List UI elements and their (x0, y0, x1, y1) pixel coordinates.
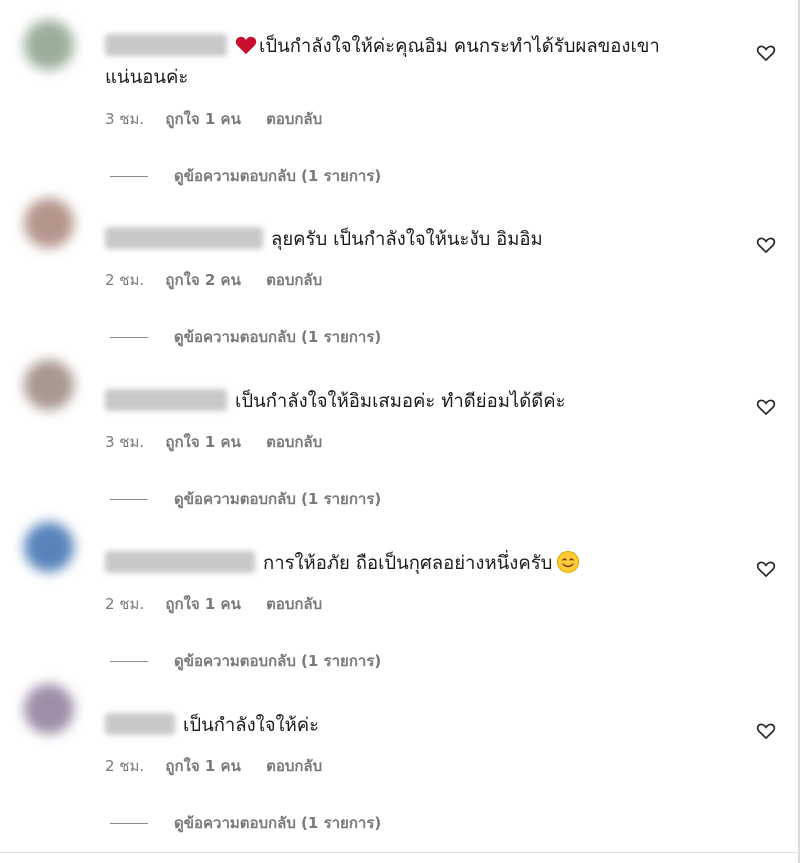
avatar[interactable] (24, 522, 74, 572)
bottom-divider (0, 852, 800, 853)
replies-divider-line (110, 175, 148, 177)
view-replies-button[interactable]: ดูข้อความตอบกลับ (1 รายการ) (110, 649, 381, 673)
heart-outline-icon[interactable] (756, 397, 776, 417)
comment-text: เป็นกำลังใจให้ค่ะ (105, 710, 745, 741)
reply-button[interactable]: ตอบกลับ (266, 595, 322, 613)
comment-text-line1: เป็นกำลังใจให้ค่ะ (183, 715, 320, 736)
comment-meta: 2 ชม. ถูกใจ 2 คน ตอบกลับ (105, 268, 342, 292)
likes-count-button[interactable]: ถูกใจ 1 คน (165, 595, 240, 613)
comment-text-line1: เป็นกำลังใจให้ค่ะคุณอิม คนกระทำได้รับผลข… (259, 36, 660, 57)
username-blurred[interactable] (105, 551, 255, 573)
view-replies-button[interactable]: ดูข้อความตอบกลับ (1 รายการ) (110, 325, 381, 349)
comment-text-line2: แน่นอนค่ะ (105, 67, 189, 88)
comment-time: 2 ชม. (105, 757, 145, 775)
reply-button[interactable]: ตอบกลับ (266, 433, 322, 451)
heart-outline-icon[interactable] (756, 235, 776, 255)
view-replies-label: ดูข้อความตอบกลับ (1 รายการ) (174, 814, 382, 832)
view-replies-button[interactable]: ดูข้อความตอบกลับ (1 รายการ) (110, 811, 381, 835)
comment-time: 3 ชม. (105, 433, 145, 451)
comment-text-line1: เป็นกำลังใจให้อิมเสมอค่ะ ทำดีย่อมได้ดีค่… (235, 391, 566, 412)
comment-item: ลุยครับ เป็นกำลังใจให้นะงับ อิมอิม 2 ชม.… (0, 192, 800, 354)
view-replies-label: ดูข้อความตอบกลับ (1 รายการ) (174, 490, 382, 508)
replies-divider-line (110, 336, 148, 338)
view-replies-button[interactable]: ดูข้อความตอบกลับ (1 รายการ) (110, 164, 381, 188)
username-blurred[interactable] (105, 389, 227, 411)
replies-divider-line (110, 498, 148, 500)
username-blurred[interactable] (105, 713, 175, 735)
comment-text: เป็นกำลังใจให้อิมเสมอค่ะ ทำดีย่อมได้ดีค่… (105, 386, 745, 417)
view-replies-button[interactable]: ดูข้อความตอบกลับ (1 รายการ) (110, 487, 381, 511)
heart-outline-icon[interactable] (756, 559, 776, 579)
avatar[interactable] (24, 198, 74, 248)
comment-text-line1: ลุยครับ เป็นกำลังใจให้นะงับ อิมอิม (271, 229, 543, 250)
comment-time: 2 ชม. (105, 271, 145, 289)
heart-outline-icon[interactable] (756, 43, 776, 63)
reply-button[interactable]: ตอบกลับ (266, 757, 322, 775)
comment-item: การให้อภัย ถือเป็นกุศลอย่างหนึ่งครับ 2 ช… (0, 516, 800, 678)
comment-meta: 3 ชม. ถูกใจ 1 คน ตอบกลับ (105, 107, 342, 131)
heart-outline-icon[interactable] (756, 721, 776, 741)
avatar[interactable] (24, 20, 74, 70)
view-replies-label: ดูข้อความตอบกลับ (1 รายการ) (174, 167, 382, 185)
comment-text: การให้อภัย ถือเป็นกุศลอย่างหนึ่งครับ (105, 548, 745, 579)
reply-button[interactable]: ตอบกลับ (266, 110, 322, 128)
view-replies-label: ดูข้อความตอบกลับ (1 รายการ) (174, 652, 382, 670)
likes-count-button[interactable]: ถูกใจ 1 คน (165, 757, 240, 775)
comment-text: เป็นกำลังใจให้ค่ะคุณอิม คนกระทำได้รับผลข… (105, 31, 745, 93)
comment-item: เป็นกำลังใจให้อิมเสมอค่ะ ทำดีย่อมได้ดีค่… (0, 354, 800, 516)
view-replies-label: ดูข้อความตอบกลับ (1 รายการ) (174, 328, 382, 346)
likes-count-button[interactable]: ถูกใจ 1 คน (165, 433, 240, 451)
comment-meta: 2 ชม. ถูกใจ 1 คน ตอบกลับ (105, 754, 342, 778)
comment-text: ลุยครับ เป็นกำลังใจให้นะงับ อิมอิม (105, 224, 745, 255)
username-blurred[interactable] (105, 34, 227, 56)
likes-count-button[interactable]: ถูกใจ 1 คน (165, 110, 240, 128)
comment-item: เป็นกำลังใจให้ค่ะ 2 ชม. ถูกใจ 1 คน ตอบกล… (0, 678, 800, 840)
username-blurred[interactable] (105, 227, 263, 249)
comment-meta: 2 ชม. ถูกใจ 1 คน ตอบกลับ (105, 592, 342, 616)
replies-divider-line (110, 822, 148, 824)
likes-count-button[interactable]: ถูกใจ 2 คน (165, 271, 240, 289)
comment-item: เป็นกำลังใจให้ค่ะคุณอิม คนกระทำได้รับผลข… (0, 0, 800, 185)
comment-time: 2 ชม. (105, 595, 145, 613)
reply-button[interactable]: ตอบกลับ (266, 271, 322, 289)
comment-meta: 3 ชม. ถูกใจ 1 คน ตอบกลับ (105, 430, 342, 454)
red-heart-emoji-icon (235, 36, 257, 55)
avatar[interactable] (24, 684, 74, 734)
comment-time: 3 ชม. (105, 110, 145, 128)
comment-text-line1: การให้อภัย ถือเป็นกุศลอย่างหนึ่งครับ (263, 553, 553, 574)
avatar[interactable] (24, 360, 74, 410)
replies-divider-line (110, 660, 148, 662)
smiling-face-emoji-icon (557, 551, 580, 573)
